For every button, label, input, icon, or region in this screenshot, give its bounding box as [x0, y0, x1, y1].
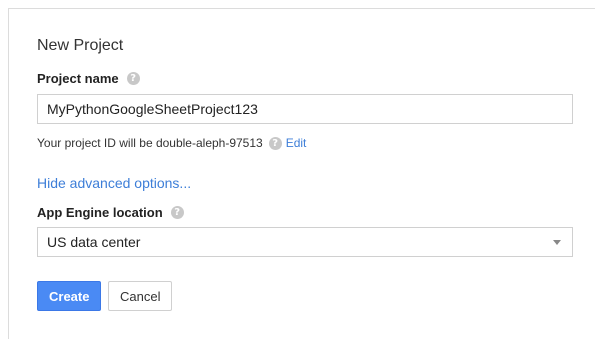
project-name-label: Project name ? — [37, 71, 140, 86]
app-engine-location-select[interactable]: US data center — [37, 227, 573, 257]
project-id-info: Your project ID will be double-aleph-975… — [37, 136, 306, 150]
create-button[interactable]: Create — [37, 281, 102, 311]
help-icon[interactable]: ? — [170, 206, 184, 219]
dialog-title: New Project — [37, 37, 124, 54]
app-engine-location-value: US data center — [47, 234, 141, 250]
project-id-text: Your project ID will be double-aleph-975… — [37, 136, 263, 150]
app-engine-location-label-text: App Engine location — [37, 205, 163, 220]
help-icon[interactable]: ? — [126, 72, 140, 85]
edit-project-id-link[interactable]: Edit — [286, 136, 307, 150]
new-project-dialog: New Project Project name ? Your project … — [8, 8, 595, 339]
caret-down-icon — [553, 239, 561, 245]
hide-advanced-options-link[interactable]: Hide advanced options... — [37, 175, 191, 191]
cancel-button[interactable]: Cancel — [108, 281, 173, 311]
project-name-input[interactable] — [37, 94, 573, 124]
help-icon[interactable]: ? — [268, 136, 282, 150]
project-name-label-text: Project name — [37, 71, 119, 86]
app-engine-location-label: App Engine location ? — [37, 205, 184, 220]
